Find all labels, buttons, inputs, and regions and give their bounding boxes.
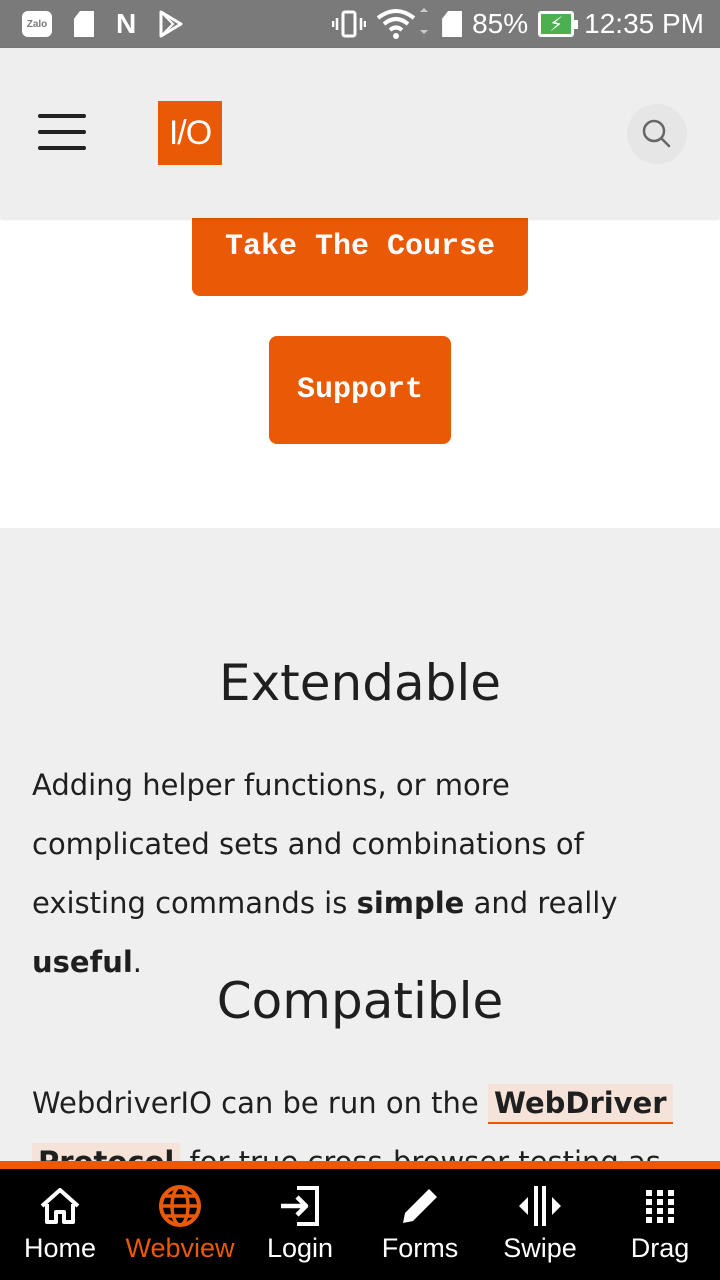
tab-login[interactable]: Login bbox=[240, 1169, 360, 1280]
tab-webview-label: Webview bbox=[125, 1233, 235, 1263]
play-store-icon bbox=[158, 10, 184, 38]
status-bar: Zalo N 85% ⚡ 12:35 PM bbox=[0, 0, 720, 48]
swipe-icon bbox=[519, 1186, 561, 1226]
webview-content[interactable]: Take The Course Support Extendable Addin… bbox=[0, 218, 720, 1163]
extendable-heading: Extendable bbox=[218, 654, 501, 712]
pencil-icon bbox=[403, 1189, 437, 1223]
vibrate-icon bbox=[332, 10, 367, 38]
login-icon bbox=[281, 1186, 319, 1226]
tab-login-label: Login bbox=[266, 1233, 334, 1263]
globe-icon bbox=[159, 1185, 201, 1227]
extendable-description: Adding helper functions, or more complic… bbox=[32, 768, 618, 979]
wifi-icon bbox=[376, 8, 432, 40]
features-section: Extendable Adding helper functions, or m… bbox=[0, 528, 720, 1163]
tab-home[interactable]: Home bbox=[0, 1169, 120, 1280]
tab-swipe-label: Swipe bbox=[503, 1233, 577, 1263]
bottom-navigation: Home Webview Login Forms Swipe Drag bbox=[0, 1161, 720, 1280]
tab-forms-label: Forms bbox=[381, 1233, 459, 1263]
protocol-link[interactable]: Protocol bbox=[32, 1143, 181, 1163]
hero-section: Take The Course Support bbox=[0, 218, 720, 528]
app-header: I/O bbox=[0, 48, 720, 218]
tab-drag-label: Drag bbox=[630, 1233, 690, 1263]
webdriver-link[interactable]: WebDriver bbox=[487, 1084, 673, 1124]
tab-webview[interactable]: Webview bbox=[120, 1169, 240, 1280]
support-button[interactable]: Support bbox=[269, 336, 451, 444]
sd-card-icon bbox=[74, 11, 94, 37]
search-button[interactable] bbox=[627, 104, 687, 164]
compatible-description: WebdriverIO can be run on the WebDriver P… bbox=[32, 1074, 692, 1163]
take-the-course-button[interactable]: Take The Course bbox=[192, 218, 528, 296]
webdriverio-logo[interactable]: I/O bbox=[158, 101, 222, 165]
tab-drag[interactable]: Drag bbox=[600, 1169, 720, 1280]
search-icon bbox=[642, 119, 671, 148]
battery-icon: ⚡ bbox=[538, 11, 579, 37]
menu-icon[interactable] bbox=[38, 114, 86, 150]
tab-swipe[interactable]: Swipe bbox=[480, 1169, 600, 1280]
home-icon bbox=[40, 1188, 80, 1224]
grid-icon bbox=[646, 1190, 674, 1223]
n-app-icon: N bbox=[116, 8, 137, 39]
clock: 12:35 PM bbox=[584, 8, 704, 39]
tab-home-label: Home bbox=[23, 1233, 97, 1263]
sd-card-error-icon bbox=[442, 11, 463, 37]
compatible-heading: Compatible bbox=[216, 972, 504, 1030]
zalo-icon: Zalo bbox=[22, 11, 52, 37]
battery-percent: 85% bbox=[472, 8, 529, 39]
tab-forms[interactable]: Forms bbox=[360, 1169, 480, 1280]
